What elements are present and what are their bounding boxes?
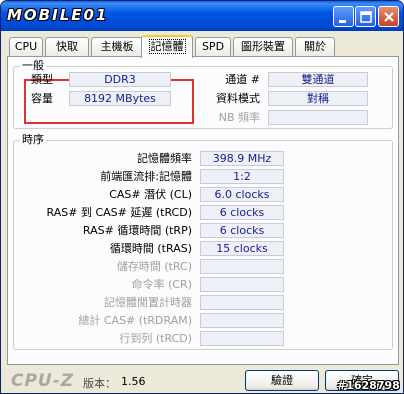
tab-label: 關於 <box>304 40 326 53</box>
maximize-icon <box>360 11 372 23</box>
timing-value: 398.9 MHz <box>200 151 284 166</box>
timing-label: 儲存時間 (tRC) <box>116 260 192 273</box>
timing-value <box>200 259 284 274</box>
timing-label: 記憶體閒置計時器 <box>104 296 192 309</box>
timings-group: 時序 記憶體頻率 398.9 MHz 前端匯流排:記憶體 1:2 CAS# 潛伏… <box>13 133 393 350</box>
general-title: 一般 <box>20 59 46 73</box>
timing-label: 前端匯流排:記憶體 <box>100 170 192 183</box>
timing-value <box>200 277 284 292</box>
tab-label: 圖形裝置 <box>241 40 285 53</box>
cpuz-window: MOBILE01 CPU 快取 主機板 記憶體 SPD 圖形裝置 關於 一般 類… <box>0 0 404 394</box>
tab-label: CPU <box>14 40 38 53</box>
timing-value: 15 clocks <box>200 241 284 256</box>
channel-label: 通道 # <box>225 73 260 86</box>
minimize-icon <box>339 20 346 23</box>
timing-value: 6 clocks <box>200 205 284 220</box>
tab-about[interactable]: 關於 <box>295 37 335 57</box>
dc-mode-value: 對稱 <box>268 91 368 106</box>
tab-bar: CPU 快取 主機板 記憶體 SPD 圖形裝置 關於 <box>7 35 399 58</box>
close-button[interactable] <box>378 6 399 27</box>
title-bar[interactable]: MOBILE01 <box>1 1 403 31</box>
tab-cache[interactable]: 快取 <box>45 37 89 57</box>
timing-label: CAS# 潛伏 (CL) <box>109 188 192 201</box>
timing-value: 6.0 clocks <box>200 187 284 202</box>
validate-button[interactable]: 驗證 <box>245 370 319 391</box>
nb-freq-value <box>268 110 368 125</box>
timing-label: 行到列 (tRCD) <box>119 332 192 345</box>
tab-label: 快取 <box>56 40 78 53</box>
dc-mode-label: 資料模式 <box>216 92 260 105</box>
tab-mainboard[interactable]: 主機板 <box>91 37 143 57</box>
channel-value: 雙通道 <box>268 72 368 87</box>
type-label: 類型 <box>31 73 53 86</box>
timing-label: 命令率 (CR) <box>131 278 192 291</box>
general-group: 一般 類型 DDR3 容量 8192 MBytes 通道 # 雙通道 資料模式 … <box>13 59 393 129</box>
timings-title: 時序 <box>20 133 46 147</box>
timing-label: 循環時間 (tRAS) <box>109 242 192 255</box>
tab-graphics[interactable]: 圖形裝置 <box>233 37 293 57</box>
tab-memory[interactable]: 記憶體 <box>141 35 193 58</box>
watermark-text: #1628798 <box>337 379 400 392</box>
mobile01-logo: MOBILE01 <box>7 6 109 24</box>
timing-value: 6 clocks <box>200 223 284 238</box>
close-icon <box>384 12 394 22</box>
timing-value <box>200 313 284 328</box>
timing-label: RAS# 到 CAS# 延遲 (tRCD) <box>46 206 192 219</box>
nb-freq-label: NB 頻率 <box>218 111 260 124</box>
memory-panel: 一般 類型 DDR3 容量 8192 MBytes 通道 # 雙通道 資料模式 … <box>7 56 399 365</box>
timing-value <box>200 295 284 310</box>
cpuz-brand-logo: CPU-Z <box>11 371 75 391</box>
tab-cpu[interactable]: CPU <box>9 37 43 57</box>
timing-value: 1:2 <box>200 169 284 184</box>
tab-spd[interactable]: SPD <box>195 37 231 57</box>
timing-label: 記憶體頻率 <box>137 152 192 165</box>
tab-label: SPD <box>201 40 225 53</box>
size-label: 容量 <box>31 92 53 105</box>
minimize-button[interactable] <box>333 6 354 27</box>
tab-label: 記憶體 <box>148 39 186 54</box>
size-value: 8192 MBytes <box>69 91 171 106</box>
timing-label: RAS# 循環時間 (tRP) <box>82 224 192 237</box>
version-value: 1.56 <box>121 375 146 388</box>
type-value: DDR3 <box>69 72 171 87</box>
maximize-button[interactable] <box>355 6 376 27</box>
version-label: 版本： <box>83 377 116 390</box>
timing-value <box>200 331 284 346</box>
timing-label: 總計 CAS# (tRDRAM) <box>78 314 192 327</box>
tab-label: 主機板 <box>100 40 134 53</box>
